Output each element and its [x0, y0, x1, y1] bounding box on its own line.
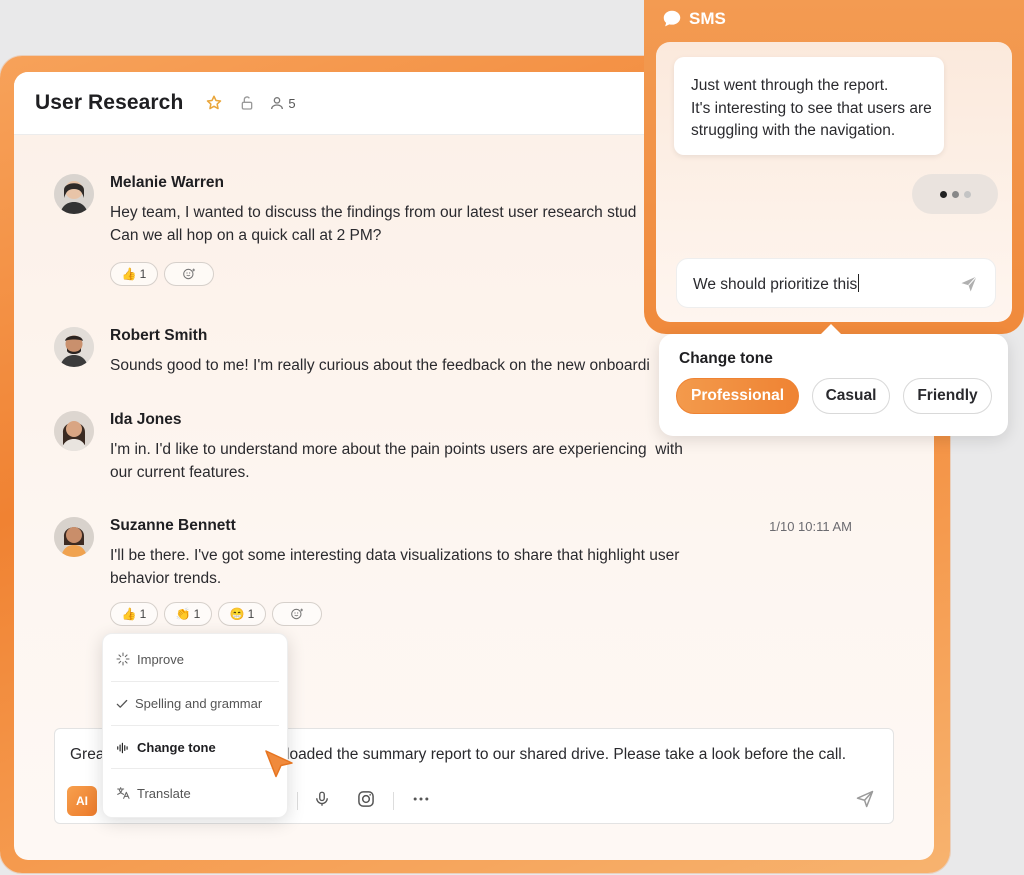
message-text: Hey team, I wanted to discuss the findin…: [110, 204, 637, 244]
popover-notch: [819, 324, 843, 336]
typing-dot: [963, 190, 971, 198]
incoming-message-bubble: Just went through the report. It's inter…: [674, 57, 944, 155]
clapping-hands-icon: 👏: [175, 607, 191, 621]
sms-input-value: We should prioritize this: [693, 276, 858, 293]
tone-option-friendly[interactable]: Friendly: [903, 378, 992, 414]
toolbar-divider: [297, 792, 298, 810]
add-reaction-button[interactable]: [164, 262, 214, 286]
more-options-icon[interactable]: [411, 789, 431, 809]
thumbs-up-icon: 👍: [121, 607, 137, 621]
menu-divider: [111, 768, 279, 769]
thumbs-up-icon: 👍: [121, 267, 137, 281]
menu-divider: [111, 681, 279, 682]
toolbar-divider: [393, 792, 394, 810]
menu-divider: [111, 725, 279, 726]
message-author[interactable]: Ida Jones: [110, 411, 182, 429]
typing-indicator: [912, 174, 998, 214]
reaction-pill[interactable]: 👍 1: [110, 602, 158, 626]
typing-dot: [939, 190, 947, 198]
chat-bubble-icon: [663, 10, 681, 27]
members-count: 5: [288, 95, 296, 111]
incoming-message-text: Just went through the report. It's inter…: [691, 77, 932, 139]
grinning-face-icon: 😁: [229, 607, 245, 621]
members-button[interactable]: 5: [269, 95, 296, 111]
avatar[interactable]: [54, 411, 94, 451]
add-emoji-icon: [183, 268, 195, 280]
ai-actions-menu: Improve Spelling and grammar Change tone…: [102, 633, 288, 818]
reactions-bar: 👍 1: [110, 262, 214, 286]
reaction-count: 1: [193, 607, 201, 621]
menu-item-spelling[interactable]: Spelling and grammar: [115, 696, 262, 711]
send-icon[interactable]: [855, 789, 875, 814]
avatar[interactable]: [54, 327, 94, 367]
ai-assistant-button[interactable]: AI: [67, 786, 97, 816]
reaction-pill[interactable]: 👏 1: [164, 602, 212, 626]
tone-option-professional[interactable]: Professional: [676, 378, 799, 414]
sms-title: SMS: [689, 9, 726, 28]
reactions-bar: 👍 1 👏 1 😁 1: [110, 602, 322, 626]
reaction-pill[interactable]: 😁 1: [218, 602, 266, 626]
composer-text[interactable]: Grea loaded the summary report to our sh…: [70, 746, 846, 764]
sms-send-icon[interactable]: [959, 274, 979, 299]
message-timestamp: 1/10 10:11 AM: [769, 519, 852, 534]
avatar[interactable]: [54, 517, 94, 557]
add-emoji-icon: [291, 608, 303, 620]
menu-item-change-tone[interactable]: Change tone: [115, 740, 216, 755]
pointer-cursor-icon: [262, 747, 296, 786]
text-caret: [858, 274, 860, 292]
check-icon: [116, 699, 128, 708]
message-item: Suzanne Bennett 1/10 10:11 AM I'll be th…: [54, 517, 892, 637]
menu-item-label: Translate: [137, 785, 191, 801]
composer-text-end: loaded the summary report to our shared …: [286, 746, 847, 763]
waveform-icon: [117, 742, 128, 753]
message-text: Sounds good to me! I'm really curious ab…: [110, 357, 650, 374]
sms-input-value-wrap: We should prioritize this: [693, 274, 860, 294]
tone-option-casual[interactable]: Casual: [812, 378, 890, 414]
menu-item-label: Spelling and grammar: [135, 696, 263, 711]
ai-label: AI: [76, 794, 88, 808]
message-text: I'm in. I'd like to understand more abou…: [110, 441, 683, 481]
change-tone-popover: Change tone Professional Casual Friendly: [659, 324, 1008, 436]
composer-text-start: Grea: [70, 746, 105, 763]
microphone-icon[interactable]: [313, 789, 331, 809]
lock-icon[interactable]: [239, 95, 255, 111]
avatar[interactable]: [54, 174, 94, 214]
message-text: I'll be there. I've got some interesting…: [110, 547, 680, 587]
sparkle-icon: [116, 652, 130, 666]
reaction-count: 1: [139, 267, 147, 281]
user-icon: [271, 97, 284, 110]
sms-conversation: Just went through the report. It's inter…: [656, 42, 1012, 322]
reaction-count: 1: [247, 607, 255, 621]
star-icon[interactable]: [205, 94, 223, 112]
message-author[interactable]: Robert Smith: [110, 327, 207, 345]
sms-header: SMS: [661, 8, 726, 30]
translate-icon: [117, 787, 130, 799]
menu-item-label: Change tone: [137, 740, 216, 755]
instagram-icon[interactable]: [356, 789, 376, 809]
reaction-pill[interactable]: 👍 1: [110, 262, 158, 286]
change-tone-title: Change tone: [679, 350, 773, 367]
sms-message-input[interactable]: We should prioritize this: [676, 258, 996, 308]
menu-item-label: Improve: [137, 651, 184, 667]
message-author[interactable]: Melanie Warren: [110, 174, 224, 192]
menu-item-translate[interactable]: Translate: [115, 785, 191, 801]
channel-title: User Research: [35, 91, 184, 114]
sms-panel: SMS Just went through the report. It's i…: [644, 0, 1024, 334]
typing-dot: [951, 190, 959, 198]
menu-item-improve[interactable]: Improve: [115, 651, 184, 667]
message-author[interactable]: Suzanne Bennett: [110, 517, 236, 535]
add-reaction-button[interactable]: [272, 602, 322, 626]
reaction-count: 1: [139, 607, 147, 621]
